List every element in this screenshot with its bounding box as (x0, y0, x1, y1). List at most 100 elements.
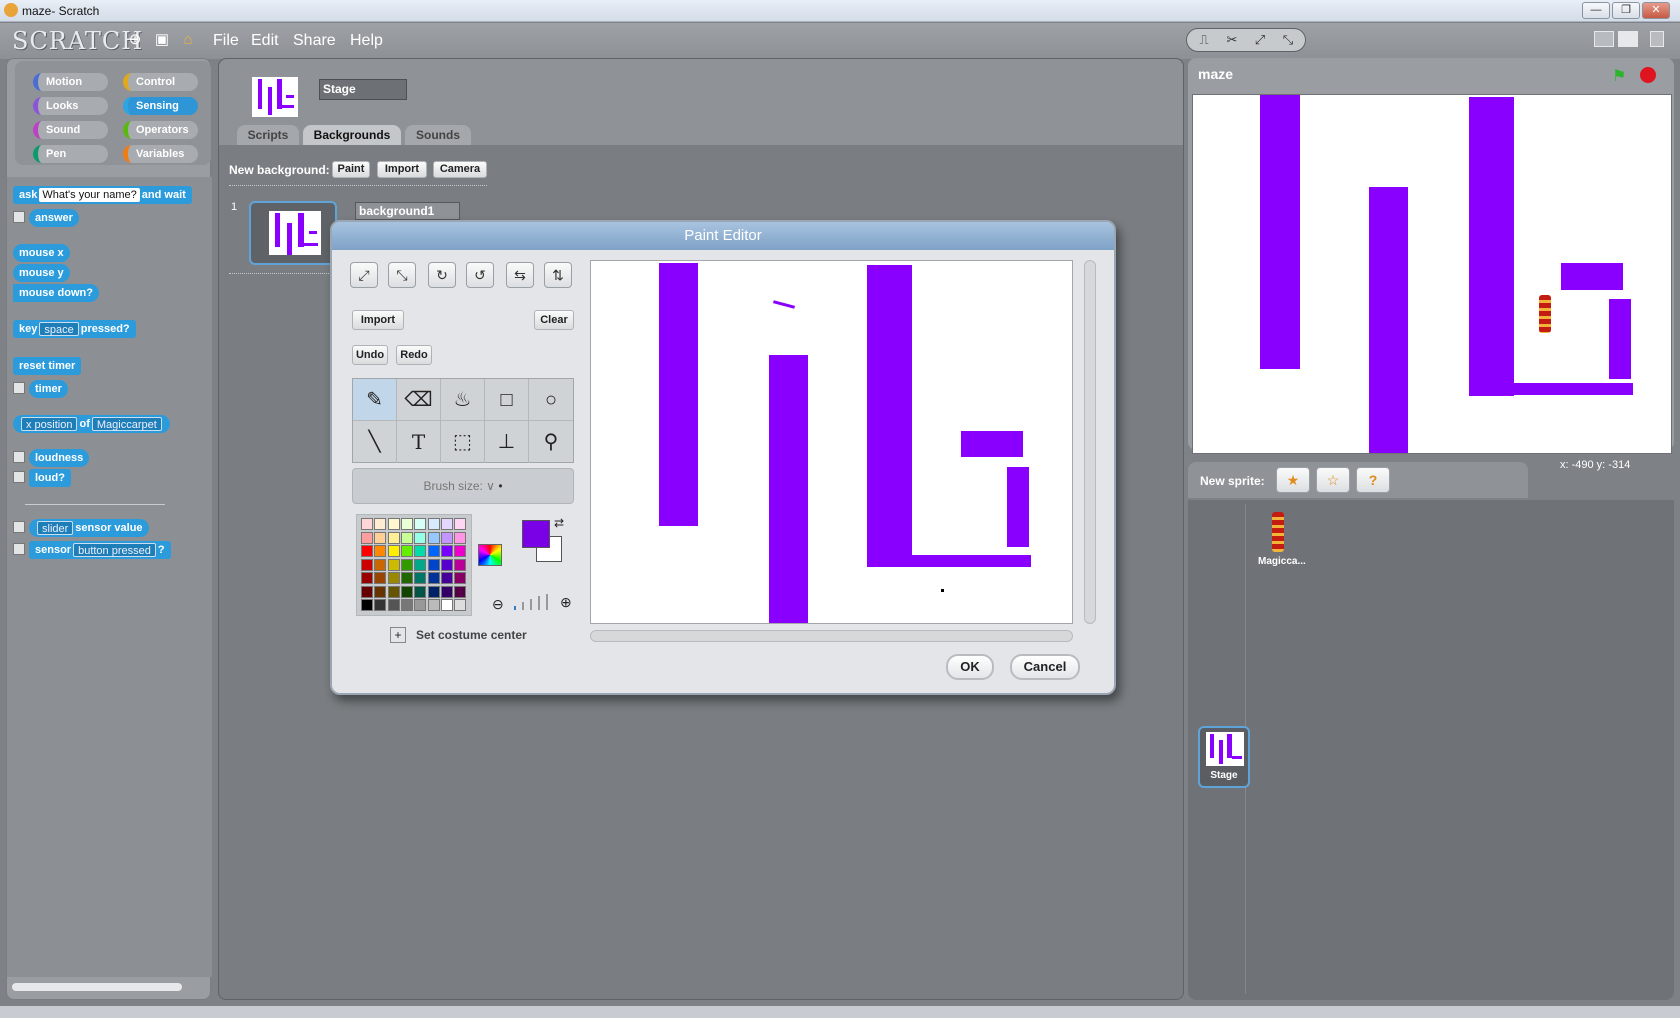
color-swatch[interactable] (387, 599, 400, 611)
color-swatch[interactable] (414, 585, 427, 598)
loudness-block[interactable]: loudness (29, 449, 90, 467)
color-swatch[interactable] (440, 558, 453, 571)
category-looks[interactable]: Looks (33, 97, 108, 115)
color-swatch[interactable] (427, 518, 440, 530)
ellipse-icon[interactable]: ○ (529, 379, 573, 421)
color-swatch[interactable] (374, 531, 387, 544)
stage-canvas[interactable] (1192, 94, 1672, 454)
sensor-value-block[interactable]: slider sensor value (29, 519, 149, 537)
canvas-vertical-scrollbar[interactable] (1084, 260, 1096, 624)
tab-sounds[interactable]: Sounds (405, 125, 471, 145)
surprise-sprite-icon[interactable]: ? (1356, 467, 1390, 493)
menu-edit[interactable]: Edit (251, 32, 279, 50)
color-swatch[interactable] (427, 545, 440, 557)
category-sound[interactable]: Sound (33, 121, 108, 139)
line-icon[interactable]: ╲ (353, 421, 397, 463)
color-swatch[interactable] (454, 599, 467, 611)
color-swatch[interactable] (361, 545, 373, 557)
color-swatch[interactable] (374, 518, 387, 530)
minimize-button[interactable]: — (1582, 2, 1610, 19)
stamp-icon[interactable]: ⎍ (1193, 31, 1215, 49)
menu-share[interactable]: Share (293, 32, 336, 50)
color-swatch[interactable] (414, 545, 427, 557)
color-swatch[interactable] (427, 531, 440, 544)
rotate-cw-icon[interactable]: ↻ (428, 262, 456, 288)
color-swatch[interactable] (454, 572, 467, 584)
color-swatch[interactable] (400, 599, 413, 611)
stop-sign-icon[interactable] (1640, 67, 1656, 83)
color-swatch[interactable] (440, 545, 453, 557)
answer-checkbox[interactable] (13, 211, 25, 223)
key-dropdown[interactable]: space (39, 322, 79, 337)
share-icon[interactable]: ⌂ (179, 31, 197, 49)
import-image-button[interactable]: Import (352, 310, 404, 330)
normal-stage-layout-icon[interactable] (1618, 31, 1638, 47)
color-swatch[interactable] (400, 585, 413, 598)
import-background-button[interactable]: Import (377, 161, 427, 178)
flip-horizontal-icon[interactable]: ⇆ (506, 262, 534, 288)
maximize-button[interactable]: ❐ (1612, 2, 1640, 19)
timer-block[interactable]: timer (29, 380, 68, 398)
color-swatch[interactable] (440, 585, 453, 598)
slider-dropdown[interactable]: slider (37, 521, 74, 536)
color-swatch[interactable] (374, 599, 387, 611)
category-sensing[interactable]: Sensing (123, 97, 198, 115)
small-stage-layout-icon[interactable] (1594, 31, 1614, 47)
color-swatch[interactable] (454, 545, 467, 557)
costume-center-icon[interactable]: + (390, 627, 406, 643)
canvas-horizontal-scrollbar[interactable] (590, 630, 1073, 642)
paint-button[interactable]: Paint (332, 161, 370, 178)
key-pressed-block[interactable]: key space pressed? (13, 320, 136, 338)
color-swatch[interactable] (454, 585, 467, 598)
mouse-x-block[interactable]: mouse x (13, 244, 70, 262)
sensor-dropdown[interactable]: button pressed (73, 543, 156, 558)
tab-backgrounds[interactable]: Backgrounds (303, 125, 401, 145)
color-swatch[interactable] (387, 531, 400, 544)
color-swatch[interactable] (387, 545, 400, 557)
select-icon[interactable]: ⬚ (441, 421, 485, 463)
undo-button[interactable]: Undo (352, 345, 388, 365)
green-flag-icon[interactable]: ⚑ (1612, 66, 1632, 85)
loud-checkbox[interactable] (13, 471, 25, 483)
brush-size-panel[interactable]: Brush size: ∨ • (352, 468, 574, 504)
color-swatch[interactable] (374, 585, 387, 598)
presentation-mode-icon[interactable] (1650, 31, 1664, 47)
color-swatch[interactable] (454, 531, 467, 544)
sensor-pressed-block[interactable]: sensor button pressed? (29, 541, 171, 559)
color-swatch[interactable] (427, 599, 440, 611)
paint-canvas[interactable] (590, 260, 1073, 624)
color-swatch[interactable] (414, 531, 427, 544)
loud-block[interactable]: loud? (29, 469, 71, 487)
category-motion[interactable]: Motion (33, 73, 108, 91)
paint-new-sprite-icon[interactable]: ★ (1276, 467, 1310, 493)
menu-file[interactable]: File (213, 32, 239, 50)
costume-item[interactable] (249, 201, 337, 265)
color-swatch[interactable] (374, 545, 387, 557)
color-swatch[interactable] (361, 518, 373, 530)
color-swatch[interactable] (361, 599, 373, 611)
color-swatch[interactable] (400, 545, 413, 557)
color-swatch[interactable] (387, 585, 400, 598)
attribute-of-block[interactable]: x position of Magiccarpet (13, 415, 170, 433)
stage-selector[interactable]: Stage (1198, 726, 1250, 788)
color-swatch[interactable] (427, 558, 440, 571)
foreground-color[interactable] (522, 520, 550, 548)
mouse-down-block[interactable]: mouse down? (13, 284, 99, 302)
camera-button[interactable]: Camera (433, 161, 487, 178)
zoom-out-icon[interactable]: ⊖ (492, 596, 504, 613)
color-swatch[interactable] (440, 599, 453, 611)
category-pen[interactable]: Pen (33, 145, 108, 163)
stamp-tool-icon[interactable]: ⊥ (485, 421, 529, 463)
eyedropper-icon[interactable]: ⚲ (529, 421, 573, 463)
color-swatch[interactable] (414, 518, 427, 530)
color-swatch[interactable] (454, 558, 467, 571)
costume-name-field[interactable]: background1 (355, 202, 460, 220)
sprite-name-label[interactable]: Magicca... (1258, 556, 1306, 567)
color-swatch[interactable] (400, 572, 413, 584)
menu-help[interactable]: Help (350, 32, 383, 50)
color-swatch[interactable] (454, 518, 467, 530)
magiccarpet-thumbnail[interactable] (1272, 512, 1284, 552)
mouse-y-block[interactable]: mouse y (13, 264, 70, 282)
color-swatch[interactable] (374, 572, 387, 584)
loudness-checkbox[interactable] (13, 451, 25, 463)
